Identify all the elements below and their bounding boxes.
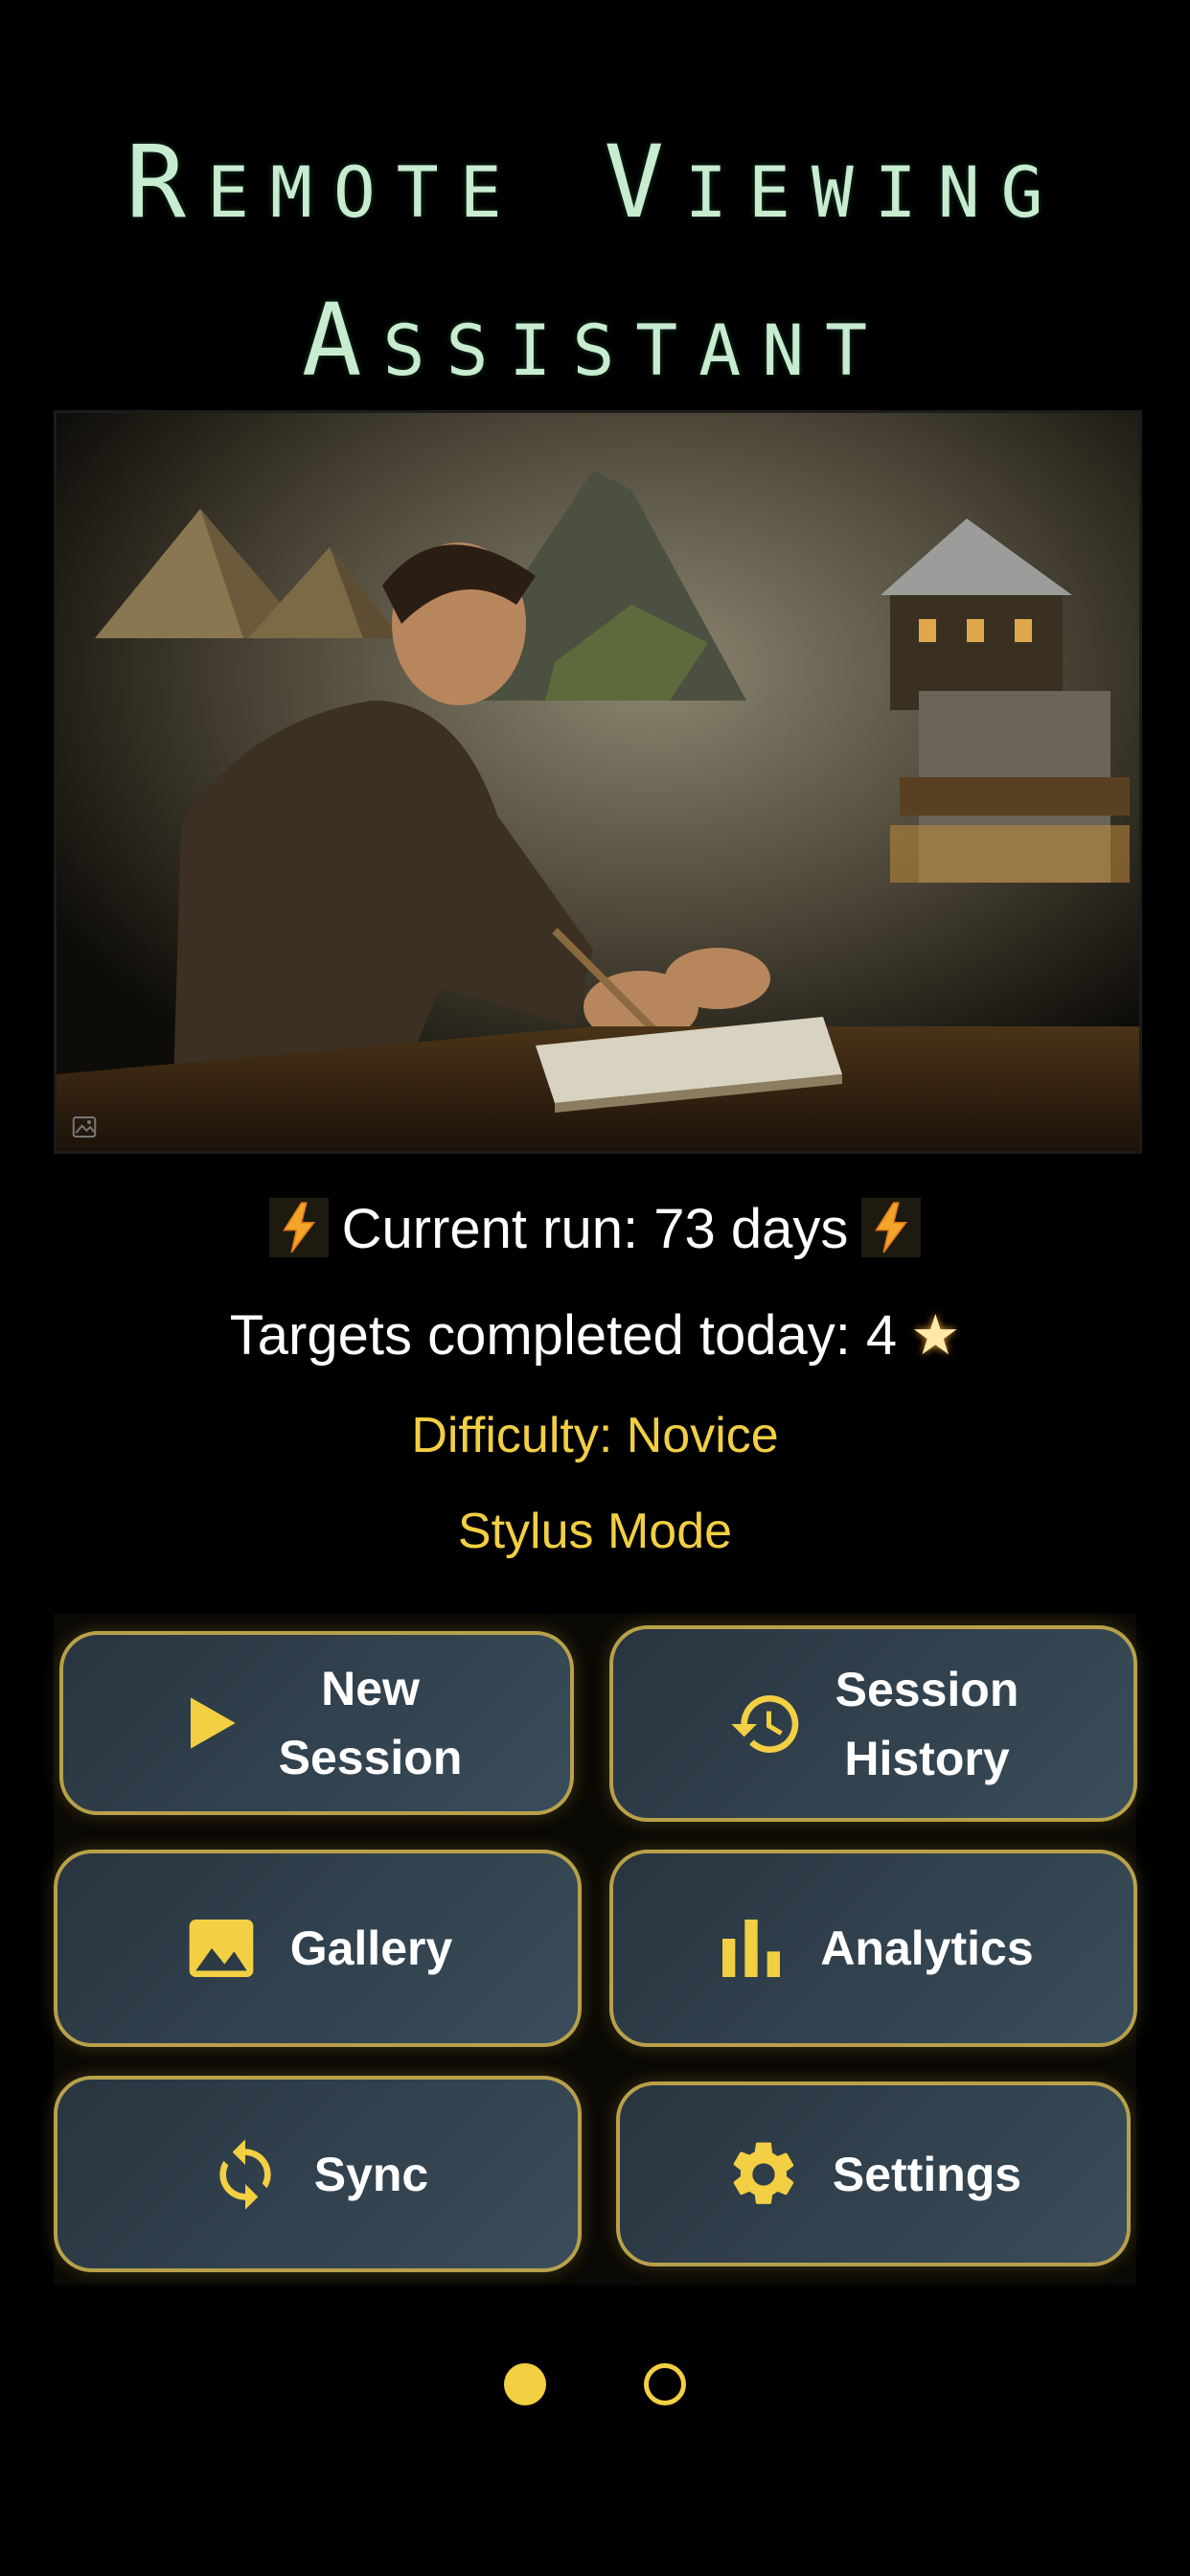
current-run: Current run: 73 days bbox=[0, 1196, 1190, 1263]
gallery-label: Gallery bbox=[289, 1921, 453, 1975]
current-run-text: Current run: 73 days bbox=[341, 1198, 849, 1260]
new-session-label: New Session bbox=[278, 1662, 463, 1784]
play-icon bbox=[190, 1697, 236, 1749]
gear-icon bbox=[733, 2142, 794, 2204]
session-history-label: Session History bbox=[835, 1662, 1019, 1785]
hero-image bbox=[54, 410, 1142, 1154]
page-indicator-inactive[interactable] bbox=[644, 2363, 686, 2405]
sync-button[interactable]: Sync bbox=[54, 2076, 582, 2272]
analytics-label: Analytics bbox=[820, 1921, 1034, 1975]
settings-button[interactable]: Settings bbox=[616, 2082, 1131, 2266]
lightning-bolt-icon bbox=[268, 1198, 329, 1257]
sync-icon bbox=[219, 2138, 271, 2210]
gallery-button[interactable]: Gallery bbox=[54, 1850, 582, 2047]
hero-illustration bbox=[57, 413, 1139, 1151]
new-session-button[interactable]: New Session bbox=[59, 1631, 574, 1815]
analytics-button[interactable]: Analytics bbox=[609, 1850, 1137, 2047]
settings-label: Settings bbox=[832, 2147, 1022, 2201]
image-icon bbox=[189, 1920, 254, 1977]
difficulty-label: Difficulty: Novice bbox=[411, 1408, 779, 1463]
mode-label: Stylus Mode bbox=[457, 1504, 733, 1559]
targets-completed: Targets completed today: 4 ★ bbox=[0, 1301, 1190, 1369]
app-title-line-1: Remote Viewing bbox=[126, 124, 1064, 241]
bar-chart-icon bbox=[722, 1920, 781, 1977]
session-history-button[interactable]: Session History bbox=[609, 1625, 1137, 1822]
lightning-bolt-icon bbox=[861, 1198, 922, 1257]
history-icon bbox=[730, 1694, 798, 1753]
page-indicator-active[interactable] bbox=[504, 2363, 546, 2405]
app-title-line-2: Assistant bbox=[301, 282, 889, 399]
image-icon bbox=[72, 1116, 97, 1138]
sync-label: Sync bbox=[313, 2147, 429, 2201]
targets-completed-text: Targets completed today: 4 bbox=[229, 1304, 898, 1367]
star-icon: ★ bbox=[910, 1302, 961, 1368]
